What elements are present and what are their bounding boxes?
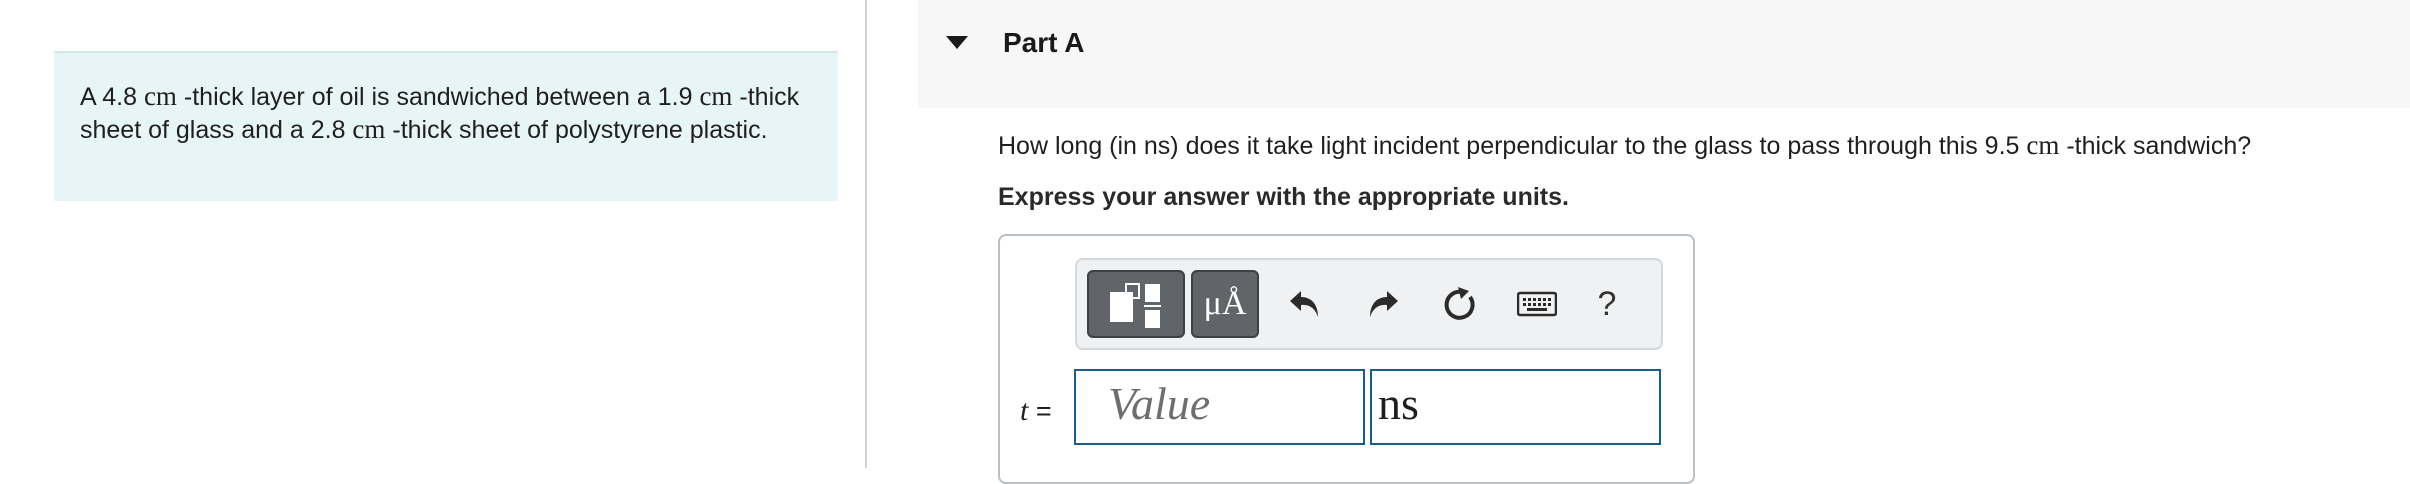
redo-icon: [1370, 291, 1398, 317]
keyboard-icon: [1517, 291, 1557, 317]
units-input[interactable]: ns: [1370, 369, 1661, 445]
question-text-1: How long (in ns) does it take light inci…: [998, 132, 2027, 160]
answer-variable-label: t =: [1020, 394, 1052, 428]
question-text-2: -thick sandwich?: [2059, 132, 2252, 160]
problem-unit-3: cm: [352, 114, 386, 144]
answer-box: μÅ ? t = Value ns: [998, 234, 1695, 484]
value-input[interactable]: Value: [1074, 369, 1365, 445]
keyboard-button[interactable]: [1507, 270, 1567, 338]
problem-unit-1: cm: [143, 81, 177, 111]
reset-button[interactable]: [1434, 270, 1484, 338]
part-title: Part A: [1003, 27, 1085, 58]
problem-text-1: A 4.8: [80, 83, 144, 111]
templates-icon: [1110, 283, 1161, 328]
problem-text-2: -thick layer of oil is sandwiched betwee…: [176, 83, 700, 111]
problem-pane: A 4.8 cm -thick layer of oil is sandwich…: [0, 0, 866, 468]
question-unit: cm: [2026, 130, 2060, 160]
problem-unit-2: cm: [699, 81, 733, 111]
undo-button[interactable]: [1280, 270, 1330, 338]
answer-equals: =: [1028, 396, 1052, 426]
pane-divider[interactable]: [865, 0, 867, 468]
problem-text-4: -thick sheet of polystyrene plastic.: [385, 116, 768, 144]
redo-button[interactable]: [1358, 270, 1408, 338]
units-button[interactable]: μÅ: [1191, 270, 1259, 338]
reset-icon: [1444, 287, 1475, 320]
undo-icon: [1290, 291, 1318, 317]
problem-statement: A 4.8 cm -thick layer of oil is sandwich…: [54, 51, 838, 201]
templates-button[interactable]: [1087, 270, 1185, 338]
help-button[interactable]: ?: [1582, 270, 1632, 338]
collapse-caret-icon[interactable]: [946, 36, 968, 49]
answer-instruction: Express your answer with the appropriate…: [998, 183, 1569, 211]
math-toolbar: μÅ ?: [1075, 258, 1663, 350]
part-header[interactable]: Part A: [918, 0, 2410, 108]
question-text: How long (in ns) does it take light inci…: [998, 130, 2251, 161]
